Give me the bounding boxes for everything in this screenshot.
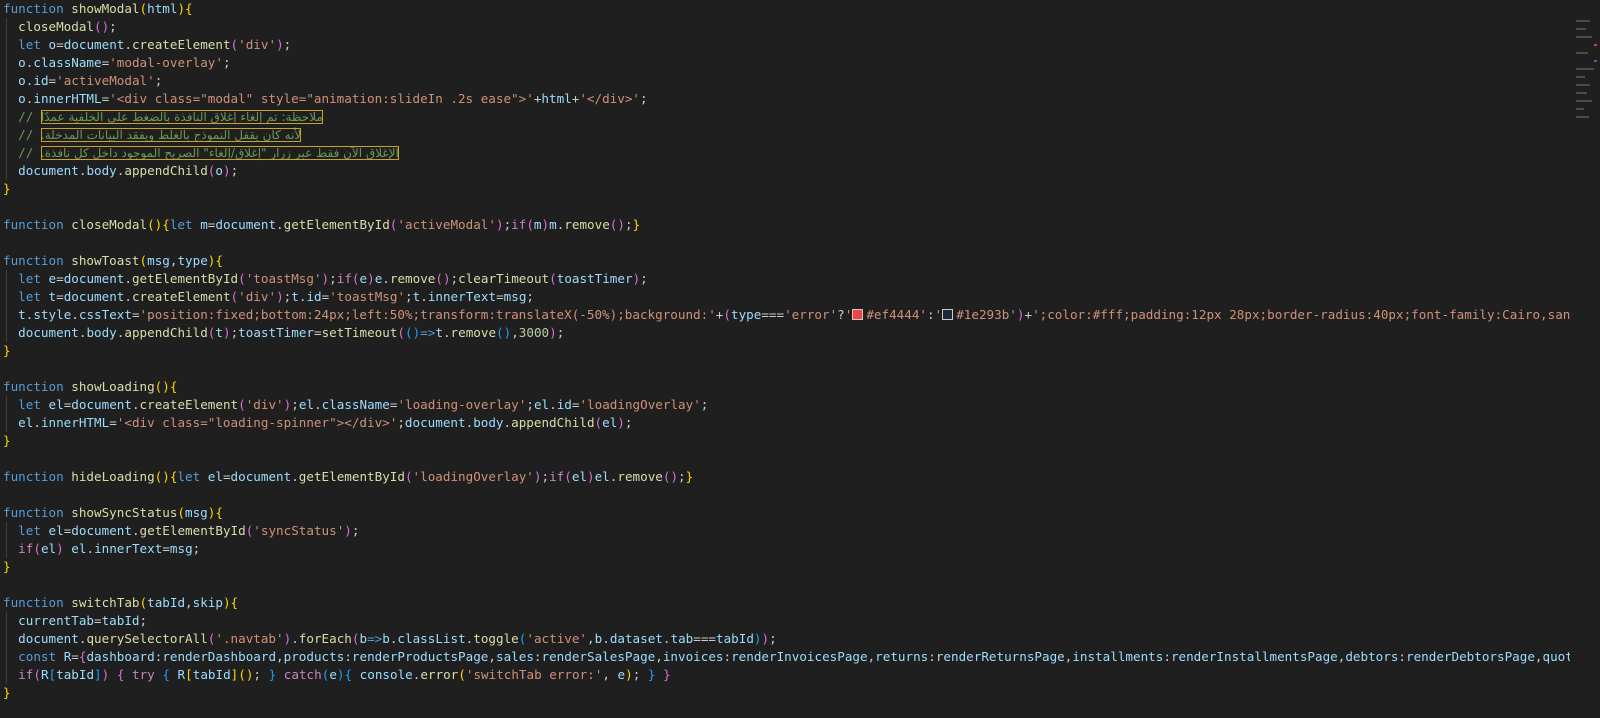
code-line: } xyxy=(3,685,11,700)
minimap-line xyxy=(1576,68,1594,70)
code-line: document.querySelectorAll('.navtab').for… xyxy=(18,631,777,646)
code-line: } xyxy=(3,559,11,574)
code-line: } xyxy=(3,433,11,448)
code-comment: // لأنه كان يقفل النموذج بالغلط ويفقد ال… xyxy=(18,127,302,142)
code-line: const R={dashboard:renderDashboard,produ… xyxy=(18,649,1570,664)
code-line: function closeModal(){let m=document.get… xyxy=(3,217,641,232)
minimap-line xyxy=(1576,20,1590,22)
code-line: document.body.appendChild(t);toastTimer=… xyxy=(18,325,565,340)
indent-guide xyxy=(6,522,7,558)
code-line: o.id='activeModal'; xyxy=(18,73,163,88)
code-line: if(el) el.innerText=msg; xyxy=(18,541,201,556)
minimap-marker xyxy=(1594,60,1597,62)
arabic-comment-text: ملاحظة: تم إلغاء إغلاق النافذة بالضغط عل… xyxy=(40,110,323,124)
code-line: if(R[tabId]) { try { R[tabId](); } catch… xyxy=(18,667,671,682)
arabic-comment-text: لأنه كان يقفل النموذج بالغلط ويفقد البيا… xyxy=(40,128,302,142)
code-line: document.body.appendChild(o); xyxy=(18,163,239,178)
minimap-line xyxy=(1576,76,1585,78)
code-line: closeModal(); xyxy=(18,19,117,34)
indent-guide xyxy=(6,270,7,342)
minimap-line xyxy=(1576,84,1590,86)
code-comment: // ملاحظة: تم إلغاء إغلاق النافذة بالضغط… xyxy=(18,109,323,124)
minimap-line xyxy=(1576,36,1592,38)
code-line: function showSyncStatus(msg){ xyxy=(3,505,223,520)
code-line: let el=document.createElement('div');el.… xyxy=(18,397,709,412)
indent-guide xyxy=(6,18,7,180)
code-line: o.className='modal-overlay'; xyxy=(18,55,231,70)
code-editor[interactable]: function showModal(html){ closeModal(); … xyxy=(0,0,1570,718)
minimap-line xyxy=(1576,108,1584,110)
code-line: let o=document.createElement('div'); xyxy=(18,37,292,52)
minimap[interactable] xyxy=(1570,0,1600,718)
color-swatch-slate[interactable] xyxy=(942,309,954,320)
minimap-marker xyxy=(1594,44,1597,46)
minimap-line xyxy=(1576,28,1586,30)
color-swatch-red[interactable] xyxy=(852,309,864,320)
code-line: el.innerHTML='<div class="loading-spinne… xyxy=(18,415,633,430)
indent-guide xyxy=(6,396,7,432)
code-line: } xyxy=(3,343,11,358)
minimap-line xyxy=(1576,100,1592,102)
code-line: t.style.cssText='position:fixed;bottom:2… xyxy=(18,307,1570,322)
code-line: function hideLoading(){let el=document.g… xyxy=(3,469,694,484)
code-line: let t=document.createElement('div');t.id… xyxy=(18,289,534,304)
code-line: o.innerHTML='<div class="modal" style="a… xyxy=(18,91,648,106)
code-line: } xyxy=(3,181,11,196)
minimap-line xyxy=(1576,92,1587,94)
code-line: let e=document.getElementById('toastMsg'… xyxy=(18,271,648,286)
code-line: function showLoading(){ xyxy=(3,379,178,394)
code-line: let el=document.getElementById('syncStat… xyxy=(18,523,360,538)
indent-guide xyxy=(6,612,7,684)
minimap-line xyxy=(1576,116,1589,118)
arabic-comment-text: الإغلاق الآن فقط عبر زرار "إغلاق/إلغاء" … xyxy=(40,146,399,160)
code-line: currentTab=tabId; xyxy=(18,613,148,628)
minimap-line xyxy=(1576,52,1588,54)
code-comment: // الإغلاق الآن فقط عبر زرار "إغلاق/إلغا… xyxy=(18,145,399,160)
code-line: function showModal(html){ xyxy=(3,1,193,16)
code-line: function showToast(msg,type){ xyxy=(3,253,223,268)
code-line: function switchTab(tabId,skip){ xyxy=(3,595,239,610)
